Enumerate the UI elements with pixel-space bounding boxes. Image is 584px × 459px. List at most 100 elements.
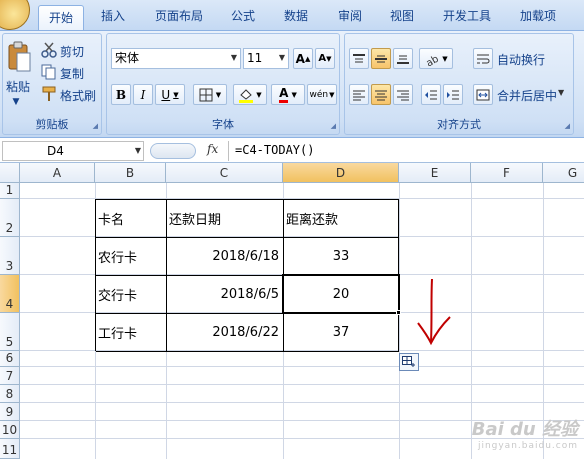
cell-c5[interactable]: 2018/6/22	[167, 314, 284, 352]
font-group: 宋体 ▼ 11 ▼ A ▲ A ▼ B I U ▼ ▼ ▼ A ▼ wén ▼ 字体 ◢	[106, 33, 340, 135]
cut-label[interactable]: 剪切	[60, 43, 84, 60]
align-left-button[interactable]	[349, 84, 369, 105]
formula-input[interactable]: =C4-TODAY()	[228, 141, 584, 161]
align-middle-button[interactable]	[371, 48, 391, 69]
svg-text:ab: ab	[425, 53, 441, 65]
font-name-box[interactable]: 宋体 ▼	[111, 48, 241, 69]
shrink-font-button[interactable]: A ▼	[315, 48, 335, 69]
cell-d3[interactable]: 33	[284, 238, 399, 276]
name-box[interactable]: D4 ▼	[2, 141, 144, 161]
cell-c3[interactable]: 2018/6/18	[167, 238, 284, 276]
borders-icon	[199, 88, 213, 101]
tab-insert[interactable]: 插入	[101, 7, 125, 24]
row-header-8[interactable]: 8	[0, 385, 20, 403]
row-header-6[interactable]: 6	[0, 351, 20, 367]
watermark-sub: jingyan.baidu.com	[477, 441, 578, 451]
cell-b4[interactable]: 交行卡	[96, 276, 167, 314]
underline-button[interactable]: U ▼	[155, 84, 185, 105]
align-center-icon	[375, 90, 387, 100]
merge-dropdown-icon[interactable]: ▼	[558, 88, 564, 97]
auto-fill-options-icon	[402, 356, 415, 367]
font-name-dropdown-icon[interactable]: ▼	[231, 49, 237, 67]
col-header-b[interactable]: B	[95, 163, 166, 183]
cell-d5[interactable]: 37	[284, 314, 399, 352]
tab-data[interactable]: 数据	[284, 7, 308, 24]
office-button[interactable]	[0, 0, 30, 30]
format-painter-label[interactable]: 格式刷	[60, 87, 96, 104]
copy-icon[interactable]	[41, 64, 57, 80]
cell-d2[interactable]: 距离还款	[284, 200, 399, 238]
paste-label[interactable]: 粘贴	[6, 78, 30, 95]
align-center-button[interactable]	[371, 84, 391, 105]
phonetic-button[interactable]: wén ▼	[307, 84, 337, 105]
font-color-icon: A	[279, 86, 289, 103]
cell-c4[interactable]: 2018/6/5	[167, 276, 284, 314]
fill-color-button[interactable]: ▼	[233, 84, 267, 105]
col-header-d[interactable]: D	[283, 163, 399, 183]
font-size-dropdown-icon[interactable]: ▼	[279, 49, 285, 67]
row-header-11[interactable]: 11	[0, 439, 20, 459]
borders-button[interactable]: ▼	[193, 84, 227, 105]
cell-b2[interactable]: 卡名	[96, 200, 167, 238]
grow-font-button[interactable]: A ▲	[293, 48, 313, 69]
row-header-2[interactable]: 2	[0, 199, 20, 237]
col-header-e[interactable]: E	[399, 163, 471, 183]
merge-center-label[interactable]: 合并后居中	[497, 87, 557, 104]
row-header-4[interactable]: 4	[0, 275, 20, 313]
wrap-text-icon-button[interactable]	[473, 48, 493, 69]
row-header-10[interactable]: 10	[0, 421, 20, 439]
scissors-icon[interactable]	[41, 42, 57, 58]
cell-c2[interactable]: 还款日期	[167, 200, 284, 238]
formula-bar-splitter[interactable]	[150, 143, 196, 159]
orientation-button[interactable]: ab ▼	[419, 48, 453, 69]
tab-formulas[interactable]: 公式	[231, 7, 255, 24]
bold-button[interactable]: B	[111, 84, 131, 105]
font-size-box[interactable]: 11 ▼	[243, 48, 289, 69]
name-box-dropdown-icon[interactable]: ▼	[135, 142, 141, 160]
wrap-text-label[interactable]: 自动换行	[497, 51, 545, 68]
auto-fill-options-button[interactable]	[399, 353, 419, 371]
decrease-indent-icon	[425, 90, 437, 99]
align-bottom-button[interactable]	[393, 48, 413, 69]
row-header-1[interactable]: 1	[0, 183, 20, 199]
tab-review[interactable]: 审阅	[338, 7, 362, 24]
tab-page-layout[interactable]: 页面布局	[155, 7, 203, 24]
clipboard-launcher-icon[interactable]: ◢	[93, 122, 98, 130]
decrease-indent-button[interactable]	[421, 84, 441, 105]
select-all-corner[interactable]	[0, 163, 20, 183]
tab-addins[interactable]: 加载项	[520, 7, 556, 24]
paste-icon[interactable]	[5, 40, 33, 74]
cell-b5[interactable]: 工行卡	[96, 314, 167, 352]
tab-developer[interactable]: 开发工具	[443, 7, 491, 24]
tab-view[interactable]: 视图	[390, 7, 414, 24]
font-name-value: 宋体	[115, 51, 140, 65]
row-header-3[interactable]: 3	[0, 237, 20, 275]
cell-b3[interactable]: 农行卡	[96, 238, 167, 276]
align-middle-icon	[375, 55, 387, 62]
copy-label[interactable]: 复制	[60, 65, 84, 82]
col-header-a[interactable]: A	[20, 163, 95, 183]
row-header-7[interactable]: 7	[0, 367, 20, 385]
col-header-c[interactable]: C	[166, 163, 283, 183]
merge-center-icon-button[interactable]	[473, 84, 493, 105]
alignment-launcher-icon[interactable]: ◢	[565, 122, 570, 130]
increase-indent-button[interactable]	[443, 84, 463, 105]
fx-icon[interactable]: fx	[207, 142, 218, 156]
row-header-9[interactable]: 9	[0, 403, 20, 421]
tab-home[interactable]: 开始	[38, 5, 85, 31]
fill-handle[interactable]	[396, 310, 401, 315]
italic-button[interactable]: I	[133, 84, 153, 105]
align-left-icon	[353, 90, 365, 100]
paste-dropdown-icon[interactable]: ▼	[7, 96, 25, 108]
col-header-f[interactable]: F	[471, 163, 543, 183]
format-painter-icon[interactable]	[41, 86, 57, 102]
font-launcher-icon[interactable]: ◢	[331, 122, 336, 130]
row-header-5[interactable]: 5	[0, 313, 20, 351]
align-top-button[interactable]	[349, 48, 369, 69]
col-header-g[interactable]: G	[543, 163, 584, 183]
align-right-button[interactable]	[393, 84, 413, 105]
formula-bar: D4 ▼ fx =C4-TODAY()	[0, 139, 584, 163]
font-color-button[interactable]: A ▼	[271, 84, 305, 105]
ribbon-tab-bar: 开始 插入 页面布局 公式 数据 审阅 视图 开发工具 加载项	[0, 0, 584, 31]
shrink-font-icon: A	[318, 53, 327, 64]
